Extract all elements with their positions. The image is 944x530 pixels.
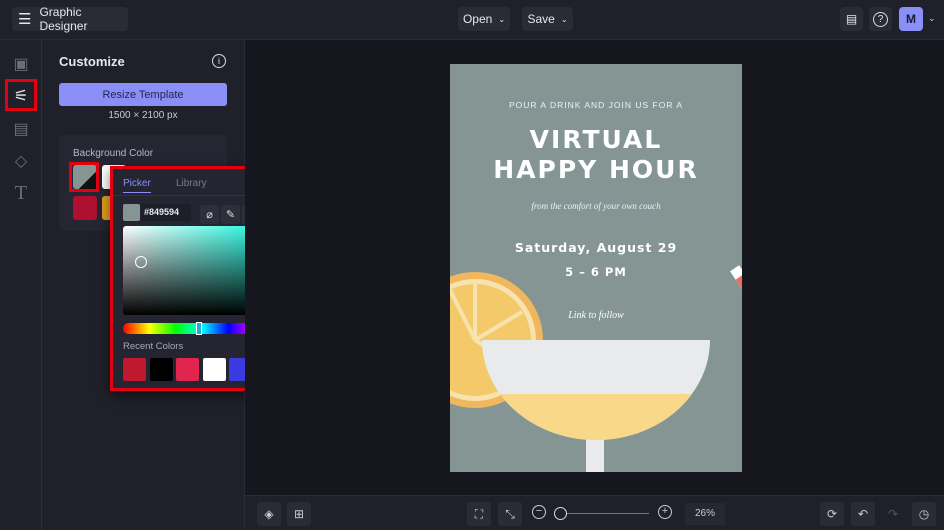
poster-tagline: from the comfort of your own couch	[531, 201, 661, 211]
layers-icon: ◈	[264, 507, 274, 521]
redo-button[interactable]: ↷	[881, 502, 905, 526]
shapes-icon[interactable]: ◇	[11, 151, 31, 171]
chevron-down-icon: ⌄	[560, 14, 568, 24]
avatar[interactable]: M	[899, 7, 923, 31]
template-dimensions: 1500 × 2100 px	[108, 110, 178, 121]
zoom-out-icon[interactable]: −	[532, 505, 546, 519]
layout-icon[interactable]: ▤	[11, 119, 31, 139]
hue-handle[interactable]	[196, 322, 202, 335]
undo-button[interactable]: ↶	[851, 502, 875, 526]
text-icon[interactable]: T	[11, 182, 31, 204]
zoom-slider-handle[interactable]	[553, 507, 567, 520]
shrink-icon: ⤡	[505, 506, 515, 521]
bottom-toolbar: ◈ ⊞ ⛶ ⤡ − + 26% ⟳ ↶ ↷ ◷	[245, 495, 944, 530]
poster-title-2: HAPPY HOUR	[493, 155, 698, 184]
canvas-area: POUR A DRINK AND JOIN US FOR A VIRTUAL H…	[245, 40, 944, 495]
swatch-red[interactable]	[73, 196, 97, 220]
panel-title: Customize	[59, 54, 125, 69]
poster-date: Saturday, August 29	[515, 240, 677, 255]
save-label: Save	[527, 12, 555, 26]
recent-color-swatch[interactable]	[176, 358, 199, 381]
poster-link: Link to follow	[567, 310, 624, 321]
comment-button[interactable]: ▤	[840, 7, 863, 31]
resize-template-button[interactable]: Resize Template	[59, 83, 227, 106]
hex-input[interactable]: #849594	[141, 204, 191, 221]
save-button[interactable]: Save ⌄	[522, 7, 573, 31]
current-color-preview	[123, 204, 140, 221]
history-button[interactable]: ◷	[912, 502, 936, 526]
poster-time: 5 – 6 PM	[565, 265, 627, 279]
background-color-label: Background Color	[73, 148, 154, 159]
image-icon[interactable]: ▣	[11, 54, 31, 74]
fit-screen-button[interactable]: ⛶	[467, 502, 491, 526]
grid-view-button[interactable]: ⊞	[287, 502, 311, 526]
zoom-in-icon[interactable]: +	[658, 505, 672, 519]
recent-color-swatch[interactable]	[202, 358, 226, 381]
poster-intro: POUR A DRINK AND JOIN US FOR A	[509, 100, 683, 110]
poster-title-1: VIRTUAL	[530, 125, 663, 154]
open-label: Open	[462, 12, 493, 26]
redo-icon: ↷	[887, 507, 899, 521]
shrink-button[interactable]: ⤡	[498, 502, 522, 526]
sync-button[interactable]: ⟳	[820, 502, 844, 526]
recent-color-swatch[interactable]	[149, 358, 173, 381]
no-color-button[interactable]: ⌀	[200, 205, 219, 224]
expand-icon: ⛶	[474, 506, 484, 521]
layers-button[interactable]: ◈	[257, 502, 281, 526]
highlight-swatch	[69, 162, 99, 192]
hamburger-icon: ☰	[18, 11, 32, 28]
app-title: Graphic Designer	[39, 5, 88, 33]
grid-icon: ⊞	[293, 507, 305, 521]
saturation-handle[interactable]	[135, 256, 147, 268]
undo-icon: ↶	[857, 507, 869, 521]
eyedropper-button[interactable]: ✎	[221, 205, 240, 224]
no-color-icon: ⌀	[206, 209, 213, 221]
open-button[interactable]: Open ⌄	[458, 7, 510, 31]
recent-color-swatch[interactable]	[123, 358, 146, 381]
highlight-customize	[5, 79, 37, 111]
zoom-slider[interactable]	[553, 507, 649, 520]
app-menu-button[interactable]: ☰ Graphic Designer	[12, 5, 128, 33]
tab-library[interactable]: Library	[176, 178, 207, 189]
comment-icon: ▤	[845, 12, 858, 26]
zoom-value[interactable]: 26%	[685, 503, 725, 525]
chevron-down-icon[interactable]: ⌄	[928, 13, 936, 24]
eyedropper-icon: ✎	[225, 209, 236, 221]
help-icon: ?	[873, 11, 888, 27]
info-icon[interactable]: i	[212, 54, 226, 68]
recent-colors-label: Recent Colors	[123, 341, 184, 352]
tab-picker[interactable]: Picker	[123, 178, 151, 193]
sync-icon: ⟳	[826, 507, 838, 521]
poster[interactable]: POUR A DRINK AND JOIN US FOR A VIRTUAL H…	[450, 64, 742, 472]
history-icon: ◷	[918, 507, 930, 521]
top-bar: ☰ Graphic Designer Open ⌄ Save ⌄ ▤ ? M ⌄	[0, 0, 944, 40]
help-button[interactable]: ?	[869, 7, 892, 31]
chevron-down-icon: ⌄	[498, 14, 506, 24]
tool-rail: ▣ ⚟ ▤ ◇ T	[0, 40, 42, 530]
